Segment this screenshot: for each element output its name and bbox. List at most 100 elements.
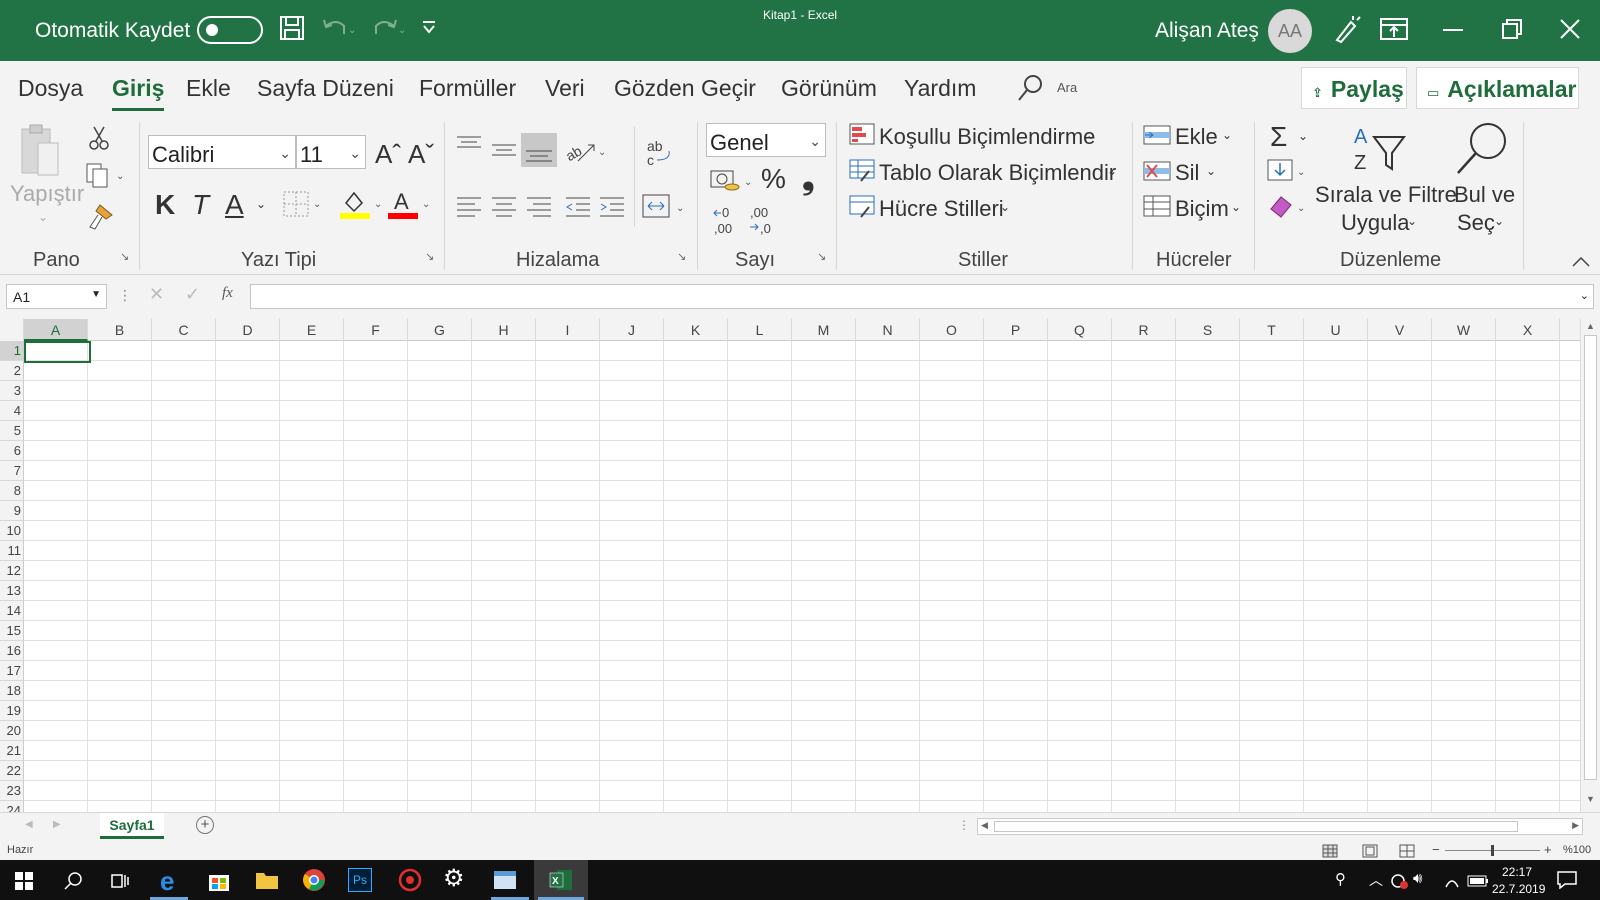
clock-date[interactable]: 22.7.2019	[1492, 882, 1545, 896]
sheet-tab-sayfa1[interactable]: Sayfa1	[100, 813, 164, 839]
number-launcher-icon[interactable]: ↘	[817, 250, 826, 263]
borders-icon[interactable]: ⌄	[283, 191, 323, 217]
show-hidden-icons-icon[interactable]: ︿	[1369, 870, 1383, 890]
format-as-table-label[interactable]: Tablo Olarak Biçimlendir	[879, 160, 1116, 186]
column-header-r[interactable]: R	[1112, 319, 1176, 341]
insert-cells-label[interactable]: Ekle	[1175, 124, 1218, 150]
pano-launcher-icon[interactable]: ↘	[120, 250, 129, 263]
excel-taskbar-button[interactable]: X	[534, 860, 588, 900]
find-select-icon[interactable]	[1454, 121, 1510, 177]
tab-formuller[interactable]: Formüller	[419, 75, 516, 102]
settings-gear-icon[interactable]: ⚙	[443, 864, 465, 893]
customize-qat-icon[interactable]	[422, 20, 436, 36]
wrap-text-icon[interactable]: abc	[645, 137, 675, 169]
redo-icon[interactable]: ⌄	[372, 14, 406, 42]
zoom-out-icon[interactable]: −	[1432, 842, 1440, 857]
vertical-scroll-thumb[interactable]	[1584, 335, 1597, 780]
volume-icon[interactable]: 🔊︎	[1413, 870, 1422, 887]
zoom-level[interactable]: %100	[1563, 844, 1591, 856]
formula-input[interactable]: ⌄	[250, 284, 1594, 309]
cancel-icon[interactable]: ✕	[149, 284, 164, 305]
row-header-15[interactable]: 15	[0, 621, 24, 641]
column-header-t[interactable]: T	[1240, 319, 1304, 341]
row-header-19[interactable]: 19	[0, 701, 24, 721]
format-cells-label[interactable]: Biçim	[1175, 196, 1229, 222]
bold-button[interactable]: K	[155, 189, 175, 221]
decrease-indent-icon[interactable]	[564, 195, 592, 217]
column-header-m[interactable]: M	[792, 319, 856, 341]
avatar[interactable]: AA	[1268, 9, 1312, 53]
decrease-decimal-icon[interactable]: ,00,0	[748, 205, 778, 237]
find-select-label-1[interactable]: Bul ve	[1454, 182, 1515, 208]
increase-decimal-icon[interactable]: 0,00	[712, 205, 742, 237]
tab-sayfa-duzeni[interactable]: Sayfa Düzeni	[257, 75, 394, 102]
sort-filter-label-2[interactable]: Uygula	[1341, 210, 1409, 236]
insert-cells-icon[interactable]	[1143, 125, 1171, 145]
sort-filter-icon[interactable]: AZ	[1350, 123, 1408, 175]
column-header-d[interactable]: D	[216, 319, 280, 341]
vertical-scrollbar[interactable]: ▲ ▼	[1580, 319, 1600, 812]
fill-color-icon[interactable]: ⌄	[340, 189, 384, 221]
close-icon[interactable]	[1560, 19, 1580, 39]
normal-view-icon[interactable]	[1322, 844, 1338, 858]
cell-styles-icon[interactable]	[849, 195, 875, 219]
tab-gorunum[interactable]: Görünüm	[781, 75, 877, 102]
underline-button[interactable]: A	[225, 189, 244, 221]
conditional-format-icon[interactable]	[849, 123, 875, 145]
enter-icon[interactable]: ✓	[185, 284, 200, 305]
autosum-icon[interactable]: Σ	[1270, 121, 1287, 153]
row-header-18[interactable]: 18	[0, 681, 24, 701]
number-format-combo[interactable]: Genel ⌄	[706, 123, 826, 157]
alignment-launcher-icon[interactable]: ↘	[677, 250, 686, 263]
sort-filter-label-1[interactable]: Sırala ve Filtre	[1315, 182, 1457, 208]
tab-splitter-icon[interactable]: ⋮	[958, 818, 970, 832]
autosum-chevron-icon[interactable]: ⌄	[1298, 129, 1308, 143]
font-size-combo[interactable]: 11 ⌄	[296, 135, 366, 169]
page-layout-view-icon[interactable]	[1362, 844, 1378, 858]
row-header-10[interactable]: 10	[0, 521, 24, 541]
cell-styles-label[interactable]: Hücre Stilleri	[879, 196, 1004, 222]
column-header-s[interactable]: S	[1176, 319, 1240, 341]
search-icon[interactable]	[1016, 73, 1044, 103]
action-center-icon[interactable]	[1557, 871, 1577, 889]
row-header-4[interactable]: 4	[0, 401, 24, 421]
row-header-24[interactable]: 24	[0, 801, 24, 812]
chrome-icon[interactable]	[302, 868, 326, 892]
column-header-j[interactable]: J	[600, 319, 664, 341]
format-as-table-chevron-icon[interactable]: ⌄	[1107, 164, 1117, 178]
underline-chevron-icon[interactable]: ⌄	[256, 197, 266, 211]
windows-start-icon[interactable]	[15, 872, 33, 890]
fill-icon[interactable]: ⌄	[1267, 159, 1307, 183]
percent-button[interactable]: %	[761, 163, 786, 195]
italic-button[interactable]: T	[192, 189, 209, 221]
column-header-n[interactable]: N	[856, 319, 920, 341]
grow-font-icon[interactable]: Aˆ	[375, 139, 401, 170]
wifi-icon[interactable]	[1444, 873, 1460, 889]
column-header-o[interactable]: O	[920, 319, 984, 341]
save-icon[interactable]	[279, 14, 305, 42]
prev-sheet-icon[interactable]: ◀	[25, 819, 33, 830]
battery-icon[interactable]	[1467, 875, 1489, 887]
align-bottom-icon[interactable]	[521, 133, 557, 167]
row-header-6[interactable]: 6	[0, 441, 24, 461]
active-cell[interactable]	[24, 341, 91, 363]
edge-icon[interactable]: e	[160, 866, 174, 897]
paste-label[interactable]: Yapıştır	[10, 181, 84, 207]
delete-cells-label[interactable]: Sil	[1175, 160, 1199, 186]
photoshop-icon[interactable]: Ps	[348, 868, 372, 892]
font-launcher-icon[interactable]: ↘	[425, 250, 434, 263]
row-header-23[interactable]: 23	[0, 781, 24, 801]
align-middle-icon[interactable]	[490, 139, 518, 159]
row-header-5[interactable]: 5	[0, 421, 24, 441]
autosave-toggle[interactable]	[197, 16, 263, 44]
next-sheet-icon[interactable]: ▶	[53, 819, 61, 830]
format-cells-icon[interactable]	[1143, 195, 1171, 217]
share-button[interactable]: ⇪ Paylaş	[1301, 67, 1407, 109]
clock-time[interactable]: 22:17	[1502, 865, 1532, 879]
clear-icon[interactable]: ⌄	[1267, 193, 1307, 219]
font-color-icon[interactable]: A ⌄	[388, 189, 432, 221]
store-icon[interactable]	[207, 869, 231, 893]
align-center-icon[interactable]	[490, 195, 518, 217]
light-bulb-icon[interactable]	[1333, 14, 1361, 44]
column-header-e[interactable]: E	[280, 319, 344, 341]
